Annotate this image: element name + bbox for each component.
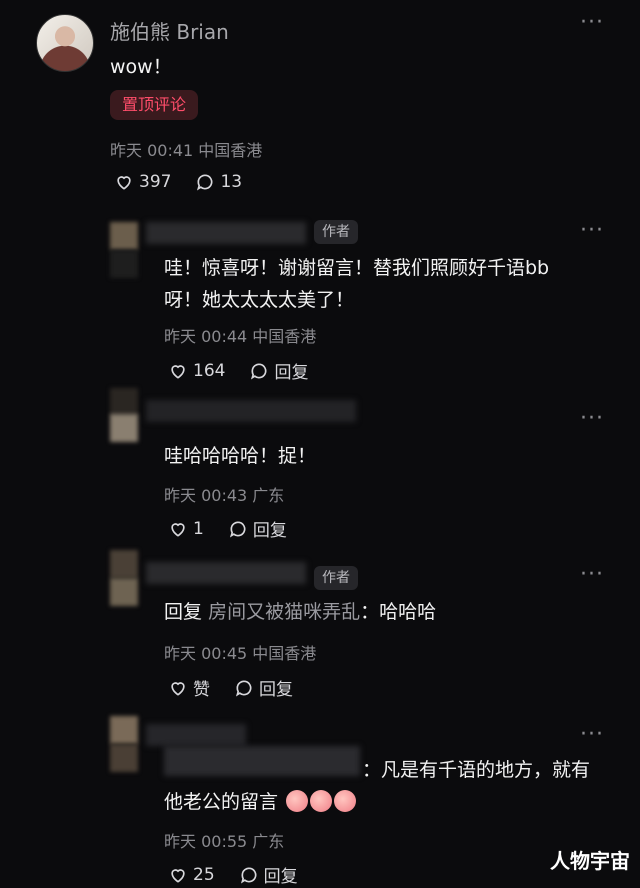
- timestamp: 昨天 00:41: [110, 141, 194, 160]
- more-horizontal-icon[interactable]: ···: [580, 218, 604, 243]
- reply-prefix: 回复: [164, 601, 203, 623]
- location: 中国香港: [252, 644, 317, 663]
- heart-icon: [171, 681, 185, 696]
- like-button[interactable]: 164: [168, 361, 225, 381]
- reply-target-blurred[interactable]: [164, 746, 360, 776]
- reply-button[interactable]: 回复: [234, 675, 293, 700]
- heart-icon: [171, 364, 185, 379]
- like-label: 赞: [193, 680, 210, 700]
- reply-text-line: 哇！惊喜呀！谢谢留言！替我们照顾好千语bb: [164, 257, 550, 279]
- location: 广东: [252, 486, 285, 505]
- more-horizontal-icon[interactable]: ···: [580, 406, 604, 431]
- reply-avatar[interactable]: [110, 716, 138, 744]
- reply-text: 哇哈哈哈哈！捉！: [164, 445, 317, 467]
- reply-meta: 昨天 00:44 中国香港: [164, 323, 316, 347]
- more-horizontal-icon[interactable]: ···: [580, 562, 604, 587]
- reply-avatar-shadow: [110, 250, 138, 278]
- location: 中国香港: [252, 327, 317, 346]
- more-horizontal-icon[interactable]: ···: [580, 722, 604, 747]
- peach-emoji-icon: [334, 789, 357, 812]
- more-horizontal-icon[interactable]: ···: [580, 10, 604, 35]
- reply-text-line: ：凡是有千语的地方，就有: [362, 759, 591, 781]
- timestamp: 昨天 00:45: [164, 644, 248, 663]
- reply-count-button[interactable]: 13: [195, 172, 242, 192]
- location: 广东: [252, 832, 285, 851]
- pinned-badge: 置顶评论: [110, 90, 199, 120]
- heart-icon: [171, 522, 185, 537]
- reply-button[interactable]: 回复: [239, 862, 298, 887]
- reply-avatar-shadow: [110, 744, 138, 772]
- reply-avatar-shadow: [110, 578, 138, 606]
- heart-icon: [171, 868, 185, 883]
- comment-bubble-icon: [240, 866, 257, 883]
- reply-username-blurred[interactable]: [146, 400, 356, 422]
- comment-text: wow！: [110, 56, 172, 78]
- peach-emoji-icon: [310, 789, 333, 812]
- watermark: 人物宇宙: [550, 849, 630, 873]
- reply-text: 回复 房间又被猫咪弄乱：哈哈哈: [164, 596, 436, 628]
- reply-label: 回复: [274, 363, 309, 383]
- author-badge: 作者: [314, 220, 358, 244]
- author-badge: 作者: [314, 566, 358, 590]
- username[interactable]: 施伯熊 Brian: [110, 16, 229, 45]
- like-count: 1: [193, 518, 204, 539]
- reply-text-line: 他老公的留言: [164, 791, 279, 813]
- reply-target-user[interactable]: 房间又被猫咪弄乱: [208, 601, 360, 623]
- reply-meta: 昨天 00:55 广东: [164, 828, 284, 852]
- reply-text-line: 呀！她太太太太美了！: [164, 289, 355, 311]
- reply-actions: 25 回复: [168, 862, 298, 887]
- reply-label: 回复: [263, 867, 298, 887]
- comment-meta: 昨天 00:41 中国香港: [110, 137, 262, 161]
- reply-label: 回复: [259, 680, 293, 700]
- like-button[interactable]: 397: [114, 172, 171, 192]
- reply-avatar[interactable]: [110, 222, 138, 250]
- reply-avatar[interactable]: [110, 388, 138, 416]
- reply-text: 哇！惊喜呀！谢谢留言！替我们照顾好千语bb 呀！她太太太太美了！: [164, 252, 549, 316]
- reply-button[interactable]: 回复: [228, 516, 287, 541]
- reply-avatar[interactable]: [110, 550, 138, 578]
- heart-icon: [117, 176, 131, 190]
- reply-avatar-shadow: [110, 414, 138, 442]
- reply-button[interactable]: 回复: [249, 358, 308, 383]
- timestamp: 昨天 00:55: [164, 832, 248, 851]
- like-count: 164: [193, 360, 226, 381]
- reply-label: 回复: [252, 521, 287, 541]
- comment-bubble-icon: [251, 362, 267, 379]
- timestamp: 昨天 00:44: [164, 327, 248, 346]
- like-button[interactable]: 25: [168, 865, 215, 885]
- peach-emoji-icon: [286, 789, 309, 812]
- comment-actions: 397 13: [114, 172, 242, 192]
- reply-username-blurred[interactable]: [146, 562, 306, 584]
- like-button[interactable]: 赞: [168, 675, 210, 700]
- reply-actions: 164 回复: [168, 358, 308, 383]
- reply-count: 13: [220, 172, 243, 192]
- reply-tail: ：哈哈哈: [360, 601, 437, 623]
- reply-actions: 赞 回复: [168, 675, 293, 700]
- comment-bubble-icon: [229, 520, 246, 537]
- timestamp: 昨天 00:43: [164, 486, 248, 505]
- reply-meta: 昨天 00:45 中国香港: [164, 640, 316, 664]
- reply-meta: 昨天 00:43 广东: [164, 482, 284, 506]
- comment-bubble-icon: [197, 174, 213, 191]
- avatar[interactable]: [36, 14, 94, 72]
- reply-text: 他老公的留言: [164, 786, 357, 818]
- like-count: 25: [193, 864, 215, 885]
- comment-bubble-icon: [235, 679, 252, 696]
- like-button[interactable]: 1: [168, 519, 204, 539]
- like-count: 397: [139, 172, 172, 192]
- reply-username-blurred[interactable]: [146, 222, 306, 244]
- reply-username-blurred[interactable]: [146, 724, 246, 746]
- reply-actions: 1 回复: [168, 516, 287, 541]
- location: 中国香港: [198, 141, 263, 160]
